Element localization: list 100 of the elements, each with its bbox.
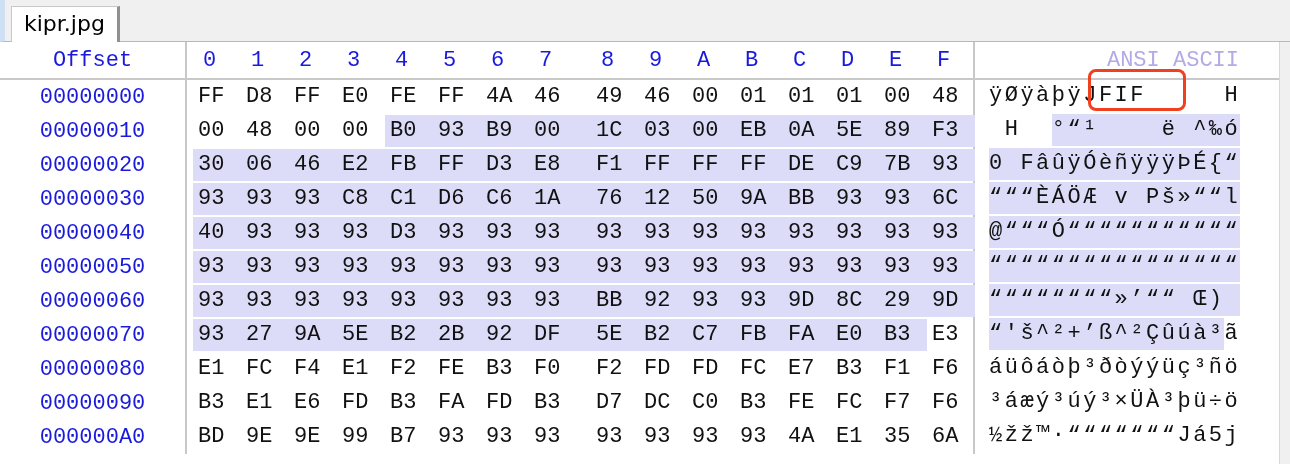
hex-byte[interactable]: 93 [481,217,529,249]
hex-byte[interactable]: E0 [831,319,879,351]
hex-byte[interactable]: 9A [735,183,783,215]
hex-byte[interactable]: 2B [433,319,481,351]
hex-byte[interactable]: 0A [783,115,831,147]
hex-byte[interactable]: FE [433,353,481,385]
hex-byte[interactable]: 48 [927,81,975,113]
hex-byte[interactable]: 93 [289,251,337,283]
hex-byte[interactable]: E1 [193,353,241,385]
hex-byte[interactable]: 03 [639,115,687,147]
hex-byte[interactable]: 40 [193,217,241,249]
hex-byte[interactable]: 8C [831,285,879,317]
hex-byte[interactable]: FD [687,353,735,385]
hex-byte[interactable]: B3 [193,387,241,419]
hex-byte[interactable]: BB [783,183,831,215]
hex-byte[interactable]: 92 [639,285,687,317]
hex-byte[interactable]: 00 [193,115,241,147]
hex-byte[interactable]: 93 [687,251,735,283]
hex-byte[interactable]: DC [639,387,687,419]
hex-byte[interactable]: 27 [241,319,289,351]
hex-byte[interactable]: 93 [831,183,879,215]
hex-byte[interactable]: 93 [433,217,481,249]
hex-byte[interactable]: 93 [433,421,481,453]
hex-byte[interactable]: 93 [639,217,687,249]
hex-byte[interactable]: 93 [241,251,289,283]
hex-byte[interactable]: 92 [481,319,529,351]
hex-byte[interactable]: FB [735,319,783,351]
hex-byte[interactable]: FF [433,149,481,181]
hex-byte[interactable]: FD [481,387,529,419]
hex-byte[interactable]: 1A [529,183,591,215]
hex-byte[interactable]: 93 [591,421,639,453]
hex-byte[interactable]: FB [385,149,433,181]
hex-byte[interactable]: 93 [289,285,337,317]
hex-byte[interactable]: F1 [879,353,927,385]
hex-byte[interactable]: E6 [289,387,337,419]
hex-byte[interactable]: 93 [193,285,241,317]
hex-byte[interactable]: E0 [337,81,385,113]
hex-byte[interactable]: 93 [481,285,529,317]
hex-byte[interactable]: BD [193,421,241,453]
hex-byte[interactable]: 93 [735,285,783,317]
hex-byte[interactable]: D3 [385,217,433,249]
hex-byte[interactable]: 93 [927,251,975,283]
hex-byte[interactable]: 00 [529,115,591,147]
hex-byte[interactable]: 7B [879,149,927,181]
hex-byte[interactable]: F4 [289,353,337,385]
hex-byte[interactable]: 93 [337,285,385,317]
hex-byte[interactable]: 93 [241,217,289,249]
hex-byte[interactable]: C7 [687,319,735,351]
hex-byte[interactable]: FA [783,319,831,351]
hex-byte[interactable]: F3 [927,115,975,147]
hex-byte[interactable]: E1 [831,421,879,453]
hex-byte[interactable]: 9D [927,285,975,317]
hex-byte[interactable]: FF [433,81,481,113]
hex-byte[interactable]: DE [783,149,831,181]
hex-byte[interactable]: FC [831,387,879,419]
hex-byte[interactable]: B3 [385,387,433,419]
hex-byte[interactable]: 29 [879,285,927,317]
hex-byte[interactable]: 93 [481,251,529,283]
hex-byte[interactable]: B3 [831,353,879,385]
hex-byte[interactable]: D6 [433,183,481,215]
hex-byte[interactable]: E3 [927,319,975,351]
hex-byte[interactable]: B0 [385,115,433,147]
hex-byte[interactable]: 76 [591,183,639,215]
hex-byte[interactable]: 12 [639,183,687,215]
hex-byte[interactable]: 93 [591,217,639,249]
hex-byte[interactable]: B7 [385,421,433,453]
hex-byte[interactable]: 4A [783,421,831,453]
hex-byte[interactable]: E8 [529,149,591,181]
hex-byte[interactable]: 00 [337,115,385,147]
hex-byte[interactable]: 00 [687,81,735,113]
hex-byte[interactable]: 93 [529,421,591,453]
hex-byte[interactable]: FF [193,81,241,113]
hex-byte[interactable]: 01 [783,81,831,113]
hex-byte[interactable]: 99 [337,421,385,453]
hex-byte[interactable]: 9A [289,319,337,351]
hex-byte[interactable]: C6 [481,183,529,215]
hex-byte[interactable]: B2 [385,319,433,351]
hex-byte[interactable]: F1 [591,149,639,181]
hex-byte[interactable]: 93 [687,421,735,453]
hex-byte[interactable]: 93 [289,183,337,215]
hex-byte[interactable]: 93 [831,251,879,283]
hex-byte[interactable]: 93 [433,285,481,317]
hex-byte[interactable]: FA [433,387,481,419]
hex-byte[interactable]: 00 [687,115,735,147]
hex-byte[interactable]: 93 [433,115,481,147]
hex-byte[interactable]: F7 [879,387,927,419]
hex-byte[interactable]: 5E [591,319,639,351]
hex-byte[interactable]: 4A [481,81,529,113]
hex-byte[interactable]: 93 [289,217,337,249]
hex-byte[interactable]: FE [783,387,831,419]
hex-byte[interactable]: 93 [529,285,591,317]
scrollbar[interactable] [1279,42,1290,464]
hex-byte[interactable]: 01 [735,81,783,113]
hex-byte[interactable]: D3 [481,149,529,181]
hex-byte[interactable]: 93 [193,319,241,351]
hex-byte[interactable]: F2 [385,353,433,385]
hex-byte[interactable]: 93 [591,251,639,283]
hex-byte[interactable]: B9 [481,115,529,147]
file-tab[interactable]: kipr.jpg [11,6,120,42]
hex-byte[interactable]: 6C [927,183,975,215]
